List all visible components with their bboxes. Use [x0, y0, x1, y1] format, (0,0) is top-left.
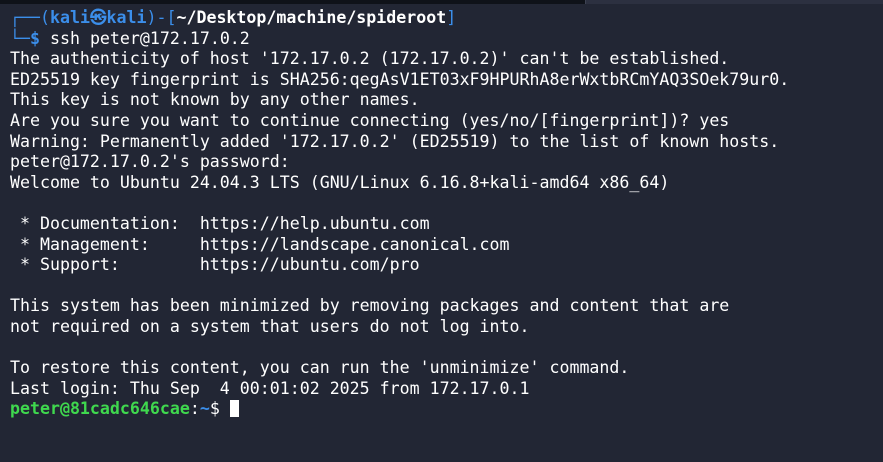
- local-prompt-header: ┌──(kali㉿kali)-[~/Desktop/machine/spider…: [10, 8, 883, 29]
- prompt-corner: ┌──(: [10, 8, 50, 27]
- output-line: Are you sure you want to continue connec…: [10, 110, 730, 130]
- prompt-mid: )-[: [146, 8, 177, 27]
- tab-inactive[interactable]: [0, 0, 585, 4]
- output-line: To restore this content, you can run the…: [10, 358, 630, 378]
- prompt-user: kali: [49, 8, 90, 27]
- local-prompt-command: └─$ ssh peter@172.17.0.2: [10, 29, 883, 50]
- terminal-output: ┌──(kali㉿kali)-[~/Desktop/machine/spider…: [10, 8, 883, 420]
- prompt-dollar: $: [29, 28, 40, 48]
- remote-colon: :: [189, 399, 200, 419]
- remote-prompt[interactable]: peter@81cadc646cae:~$: [10, 399, 883, 420]
- output-line: * Management: https://landscape.canonica…: [10, 234, 510, 254]
- output-line: Last login: Thu Sep 4 00:01:02 2025 from…: [10, 378, 530, 398]
- output-line: peter@172.17.0.2's password:: [10, 152, 300, 172]
- remote-path: ~: [199, 399, 210, 419]
- text-cursor[interactable]: [229, 400, 239, 418]
- output-line: * Support: https://ubuntu.com/pro: [10, 255, 420, 275]
- tab-active[interactable]: [585, 0, 883, 4]
- tab-bar: [0, 0, 883, 4]
- prompt-host: kali: [106, 8, 147, 27]
- remote-dollar: $: [209, 399, 230, 419]
- output-line: The authenticity of host '172.17.0.2 (17…: [10, 49, 730, 69]
- output-line: * Documentation: https://help.ubuntu.com: [10, 213, 430, 233]
- terminal-window[interactable]: ┌──(kali㉿kali)-[~/Desktop/machine/spider…: [0, 0, 883, 462]
- output-line: This system has been minimized by removi…: [10, 296, 730, 316]
- prompt-corner-bottom: └─: [10, 28, 30, 48]
- prompt-end: ]: [446, 8, 457, 27]
- prompt-path: ~/Desktop/machine/spideroot: [176, 8, 447, 27]
- prompt-at-symbol: ㉿: [89, 8, 107, 27]
- output-line: not required on a system that users do n…: [10, 316, 530, 336]
- output-line: This key is not known by any other names…: [10, 90, 420, 110]
- output-line: Welcome to Ubuntu 24.04.3 LTS (GNU/Linux…: [10, 172, 670, 192]
- remote-userhost: peter@81cadc646cae: [10, 399, 190, 419]
- command-text: ssh peter@172.17.0.2: [49, 28, 250, 48]
- output-line: Warning: Permanently added '172.17.0.2' …: [10, 131, 780, 151]
- output-line: ED25519 key fingerprint is SHA256:qegAsV…: [10, 69, 790, 89]
